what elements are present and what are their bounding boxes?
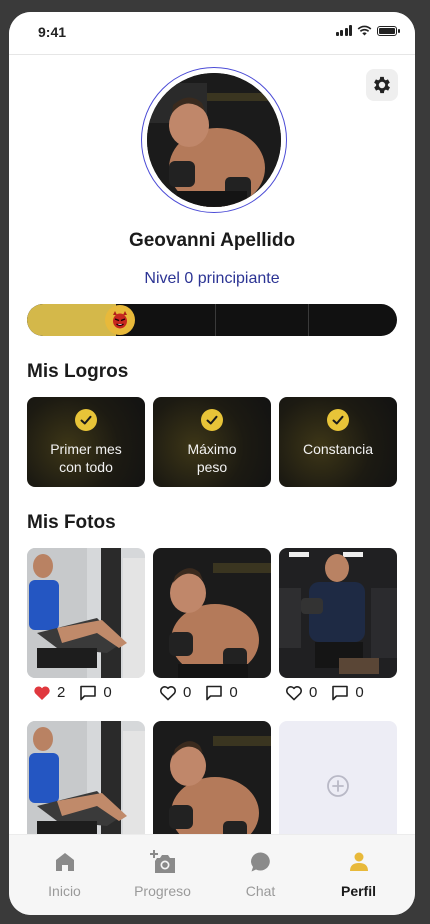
comment-count: 0 <box>355 684 364 701</box>
home-icon <box>54 849 76 875</box>
photo-stats: 0 0 <box>285 684 378 701</box>
photos-title: Mis Fotos <box>27 512 116 533</box>
comment-icon[interactable] <box>205 685 223 701</box>
photo-thumbnail[interactable] <box>279 548 397 678</box>
user-name: Geovanni Apellido <box>128 230 296 251</box>
heart-outline-icon[interactable] <box>285 685 303 701</box>
status-time: 9:41 <box>38 24 67 40</box>
bottom-tab-bar: Inicio Progreso Chat Perfil <box>9 834 415 915</box>
settings-button[interactable] <box>366 69 398 101</box>
chat-bubble-icon <box>250 849 272 875</box>
heart-filled-icon[interactable] <box>33 685 51 701</box>
achievement-card[interactable]: Máximo peso <box>153 397 271 487</box>
phone-screen: 9:41 Geovanni Apellido Nivel 0 principia… <box>9 12 415 915</box>
tab-inicio[interactable]: Inicio <box>14 835 115 915</box>
plus-circle-icon <box>327 775 349 797</box>
add-photo-button[interactable] <box>279 721 397 851</box>
tab-chat[interactable]: Chat <box>210 835 311 915</box>
status-bar: 9:41 <box>9 12 415 55</box>
like-count: 2 <box>57 684 66 701</box>
photo-thumbnail[interactable] <box>27 721 145 851</box>
achievement-label-line2: con todo <box>59 459 113 475</box>
photo-thumbnail[interactable] <box>27 548 145 678</box>
like-count: 0 <box>183 684 192 701</box>
progress-divider <box>215 304 216 336</box>
tab-perfil[interactable]: Perfil <box>308 835 409 915</box>
check-icon <box>75 409 97 431</box>
check-icon <box>201 409 223 431</box>
profile-avatar[interactable] <box>147 73 281 207</box>
comment-icon[interactable] <box>79 685 97 701</box>
achievement-label-line2: peso <box>196 459 228 475</box>
status-icons <box>335 25 400 36</box>
battery-icon <box>377 25 400 36</box>
tab-label: Progreso <box>134 883 191 899</box>
person-icon <box>348 849 370 875</box>
tab-label: Chat <box>245 883 276 899</box>
photo-stats: 2 0 <box>33 684 126 701</box>
achievement-card[interactable]: Primer mes con todo <box>27 397 145 487</box>
level-progress-bar <box>27 304 397 336</box>
achievement-label-line1: Constancia <box>302 441 374 457</box>
signal-icon <box>335 25 352 36</box>
comment-icon[interactable] <box>331 685 349 701</box>
achievement-label: Primer mes con todo <box>36 440 136 476</box>
achievement-label: Constancia <box>288 440 388 458</box>
devil-mascot-icon <box>105 305 135 335</box>
user-level: Nivel 0 principiante <box>144 270 280 287</box>
achievement-label-line1: Primer mes <box>50 441 122 457</box>
like-count: 0 <box>309 684 318 701</box>
check-icon <box>327 409 349 431</box>
tab-progreso[interactable]: Progreso <box>112 835 213 915</box>
tab-label: Perfil <box>340 883 376 899</box>
avatar-photo <box>147 73 281 207</box>
add-photo-icon <box>149 849 177 875</box>
gear-icon <box>374 76 390 94</box>
level-progress-fill <box>27 304 116 336</box>
heart-outline-icon[interactable] <box>159 685 177 701</box>
photo-thumbnail[interactable] <box>153 548 271 678</box>
achievement-label: Máximo peso <box>162 440 262 476</box>
achievement-label-line1: Máximo <box>187 441 237 457</box>
tab-label: Inicio <box>48 883 81 899</box>
wifi-icon <box>357 25 372 36</box>
photo-thumbnail[interactable] <box>153 721 271 851</box>
achievements-title: Mis Logros <box>27 361 129 382</box>
comment-count: 0 <box>103 684 112 701</box>
achievement-card[interactable]: Constancia <box>279 397 397 487</box>
progress-divider <box>308 304 309 336</box>
comment-count: 0 <box>229 684 238 701</box>
photo-stats: 0 0 <box>159 684 252 701</box>
